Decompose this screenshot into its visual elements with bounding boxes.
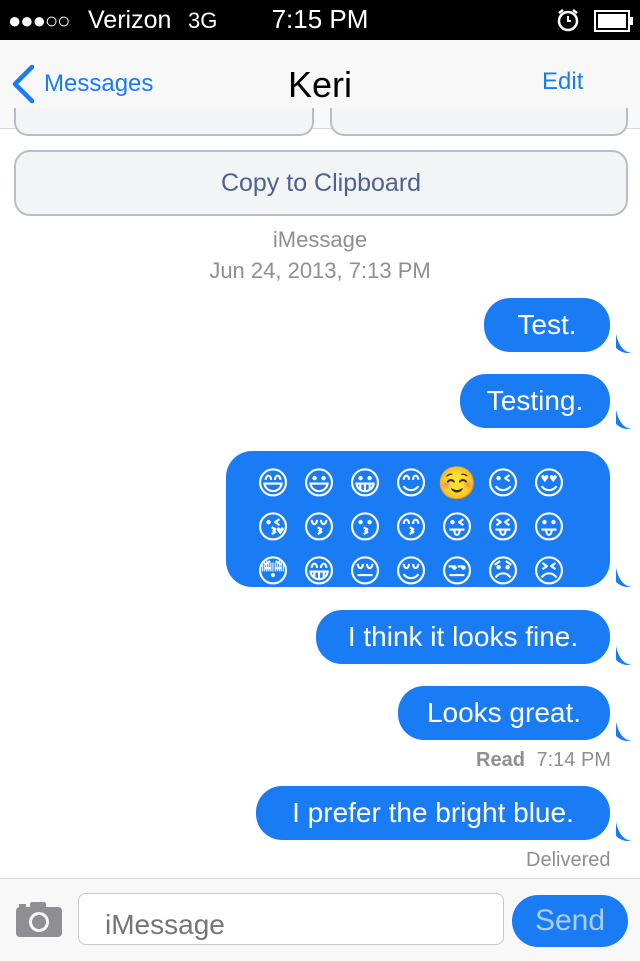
emoji-glyph: 😣 (532, 552, 566, 590)
status-bar: ●●●○○ Verizon 3G 7:15 PM (0, 0, 640, 40)
send-button[interactable]: Send (512, 895, 628, 947)
conversation-date: Jun 24, 2013, 7:13 PM (209, 258, 431, 283)
read-receipt: Read 7:14 PM (476, 749, 611, 772)
read-label: Read (476, 749, 525, 771)
message-bubble[interactable]: Test. (484, 298, 610, 352)
emoji-glyph: 😙 (394, 508, 428, 546)
emoji-glyph: 😒 (440, 552, 474, 590)
emoji-glyph: 😃 (302, 464, 336, 502)
emoji-glyph: 😊 (394, 464, 428, 502)
emoji-glyph: ☺️ (437, 464, 477, 502)
bubble-tail (616, 822, 632, 842)
message-bubble[interactable]: Testing. (460, 374, 610, 428)
bubble-tail (616, 722, 632, 742)
camera-icon[interactable] (14, 899, 64, 939)
message-text: I prefer the bright blue. (292, 797, 574, 828)
message-bubble[interactable]: I prefer the bright blue. (256, 786, 610, 840)
message-input[interactable] (78, 893, 504, 945)
bubble-tail (616, 410, 632, 430)
message-text: I think it looks fine. (347, 621, 579, 652)
emoji-glyph: 😝 (486, 508, 520, 546)
battery-icon (594, 10, 633, 32)
bubble-tail (616, 568, 632, 588)
emoji-glyph: 😁 (302, 552, 336, 590)
alarm-icon (557, 9, 579, 32)
bubble-tail (616, 334, 632, 354)
emoji-glyph: 😔 (348, 552, 382, 590)
emoji-glyph: 😳 (256, 552, 290, 590)
emoji-glyph: 😌 (394, 552, 428, 590)
edit-button[interactable]: Edit (542, 68, 583, 96)
bubble-tail (616, 646, 632, 666)
emoji-glyph: 😚 (302, 508, 336, 546)
emoji-glyph: 😛 (532, 508, 566, 546)
emoji-glyph: 😄 (256, 464, 290, 502)
message-text: Testing. (486, 385, 584, 416)
hidden-action-button-left[interactable] (14, 108, 314, 136)
message-bubble[interactable]: I think it looks fine. (316, 610, 610, 664)
emoji-glyph: 😗 (348, 508, 382, 546)
emoji-glyph: 😍 (532, 464, 566, 502)
emoji-glyph: 😀 (348, 464, 382, 502)
emoji-glyph: 😞 (486, 552, 520, 590)
hidden-action-button-right[interactable] (330, 108, 628, 136)
message-text: Looks great. (426, 697, 582, 728)
emoji-message-bubble[interactable]: 😄 😃 😀 😊 ☺️ 😉 😍 😘 😚 😗 😙 😜 😝 😛 😳 😁 😔 😌 😒 😞 😣 (226, 451, 610, 590)
read-time: 7:14 PM (536, 749, 611, 771)
emoji-glyph: 😉 (486, 464, 520, 502)
composer-bar: Send (0, 878, 640, 961)
status-time: 7:15 PM (271, 4, 369, 34)
copy-to-clipboard-button[interactable]: Copy to Clipboard (14, 150, 628, 216)
message-text: Test. (517, 309, 577, 340)
delivered-receipt: Delivered (526, 849, 611, 871)
emoji-glyph: 😘 (256, 508, 290, 546)
emoji-glyph: 😜 (440, 508, 474, 546)
message-bubble[interactable]: Looks great. (398, 686, 610, 740)
service-label: iMessage (272, 227, 368, 252)
